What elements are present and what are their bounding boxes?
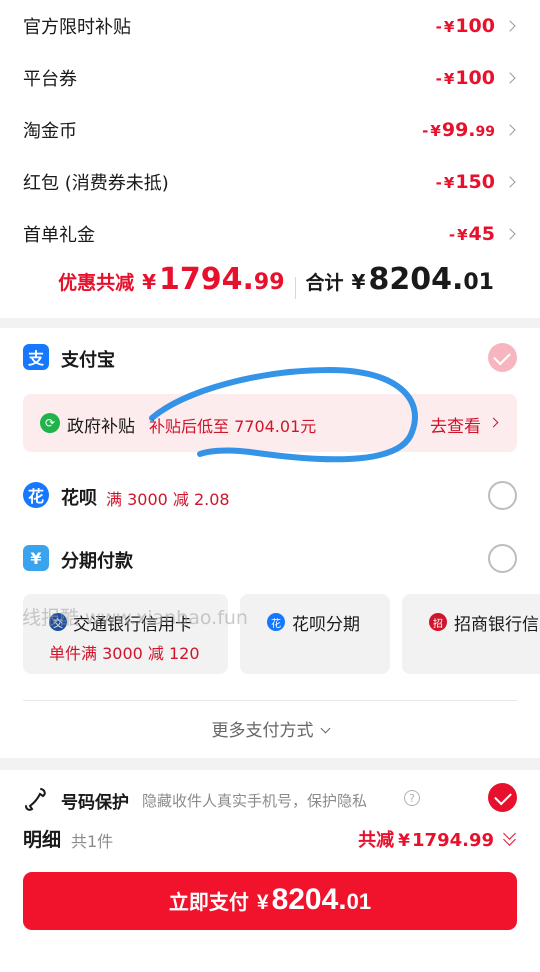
chevron-right-icon [504, 228, 516, 240]
card-title: 招商银行信 [454, 615, 539, 635]
discount-label: 平台券 [23, 69, 77, 90]
total-dec: 01 [463, 270, 494, 295]
pay-option-label: 支付宝 [61, 350, 115, 371]
checkbox-checked-icon[interactable] [488, 783, 517, 812]
discount-row-first-order[interactable]: 首单礼金 - ¥45 [0, 208, 540, 260]
discount-amount: - ¥100 [435, 67, 495, 89]
card-desc: 单件满 3000 减 120 [49, 644, 200, 663]
pay-amount-dec: 01 [346, 889, 372, 914]
item-count: 共1件 [71, 832, 114, 851]
discount-total-label: 优惠共减 [58, 272, 135, 294]
order-detail-row[interactable]: 明细 共1件 共减 ¥1794.99 [0, 820, 540, 856]
installment-card-huabei[interactable]: 花 花呗分期 [240, 594, 390, 674]
huabei-installment-icon: 花 [267, 613, 285, 631]
discount-row-taojinbi[interactable]: 淘金币 - ¥99. 99 [0, 104, 540, 156]
pay-button-label: 立即支付 [168, 892, 249, 914]
section-gap [0, 318, 540, 328]
discount-amount: - ¥45 [448, 223, 495, 245]
cmb-icon: 招 [429, 613, 447, 631]
radio-unchecked-icon[interactable] [488, 481, 517, 510]
pay-option-huabei[interactable]: 花 花呗 满 3000 减 2.08 [0, 470, 540, 520]
gov-subsidy-title: 政府补贴 [67, 417, 135, 437]
discount-label: 红包 (消费券未抵) [23, 173, 169, 194]
pay-option-label: 分期付款 [61, 551, 133, 572]
discount-row-platform-coupon[interactable]: 平台券 - ¥100 [0, 52, 540, 104]
price-summary: 优惠共减 ¥ 1794. 99 合计 ¥ 8204. 01 [0, 262, 540, 314]
huabei-promo: 满 3000 减 2.08 [106, 490, 230, 509]
protection-desc: 隐藏收件人真实手机号，保护隐私 [142, 792, 368, 810]
pay-option-label: 花呗 [61, 488, 97, 509]
total-int: 8204. [368, 262, 464, 297]
radio-unchecked-icon[interactable] [488, 544, 517, 573]
alipay-icon: 支 [23, 344, 49, 370]
installment-icon: ¥ [23, 545, 49, 571]
gov-subsidy-banner[interactable]: ⟳ 政府补贴 补贴后低至 7704.01元 去查看 [23, 394, 517, 452]
discount-row-official-subsidy[interactable]: 官方限时补贴 - ¥100 [0, 0, 540, 52]
gov-subsidy-link[interactable]: 去查看 [430, 412, 481, 437]
refresh-icon: ⟳ [40, 413, 60, 433]
divider [294, 277, 296, 299]
discount-amount: - ¥100 [435, 15, 495, 37]
currency-symbol: ¥ [142, 270, 156, 294]
chevron-right-icon [504, 176, 516, 188]
detail-title: 明细 [23, 829, 62, 851]
chevron-down-icon [320, 723, 330, 734]
currency-symbol: ¥ [256, 891, 269, 914]
huabei-icon: 花 [23, 482, 49, 508]
pay-amount-int: 8204. [271, 883, 347, 916]
protection-title: 号码保护 [61, 793, 129, 813]
pay-now-button[interactable]: 立即支付 ¥ 8204. 01 [23, 872, 517, 930]
pay-option-installment[interactable]: ¥ 分期付款 [0, 533, 540, 583]
gov-subsidy-desc: 补贴后低至 7704.01元 [149, 417, 317, 436]
discount-total-dec: 99 [253, 270, 285, 295]
discount-total-int: 1794. [159, 262, 254, 297]
card-title: 花呗分期 [292, 615, 360, 635]
total-label: 合计 [305, 272, 344, 294]
discount-row-red-packet[interactable]: 红包 (消费券未抵) - ¥150 [0, 156, 540, 208]
number-protection-row[interactable]: 号码保护 隐藏收件人真实手机号，保护隐私 ? [0, 782, 540, 818]
discount-amount: - ¥150 [435, 171, 495, 193]
radio-checked-icon[interactable] [488, 343, 517, 372]
currency-symbol: ¥ [351, 270, 366, 294]
chevron-right-icon [504, 72, 516, 84]
watermark: 线报酷 www.xianbao.fun [22, 607, 248, 629]
installment-card-cmb[interactable]: 招 招商银行信 [402, 594, 540, 674]
chevron-right-icon [504, 20, 516, 32]
phone-handset-icon [25, 788, 46, 811]
discount-label: 淘金币 [23, 121, 77, 142]
section-gap [0, 758, 540, 770]
help-icon[interactable]: ? [404, 790, 420, 806]
divider [23, 700, 517, 701]
more-payment-methods[interactable]: 更多支付方式 [0, 716, 540, 741]
chevron-right-icon [504, 124, 516, 136]
discount-amount: - ¥99. 99 [422, 119, 495, 141]
discount-label: 首单礼金 [23, 225, 95, 246]
pay-option-alipay[interactable]: 支 支付宝 [0, 332, 540, 382]
discount-label: 官方限时补贴 [23, 17, 131, 38]
chevron-right-icon [488, 417, 499, 428]
detail-discount: 共减 ¥1794.99 [358, 830, 494, 851]
more-payment-label: 更多支付方式 [211, 721, 314, 741]
